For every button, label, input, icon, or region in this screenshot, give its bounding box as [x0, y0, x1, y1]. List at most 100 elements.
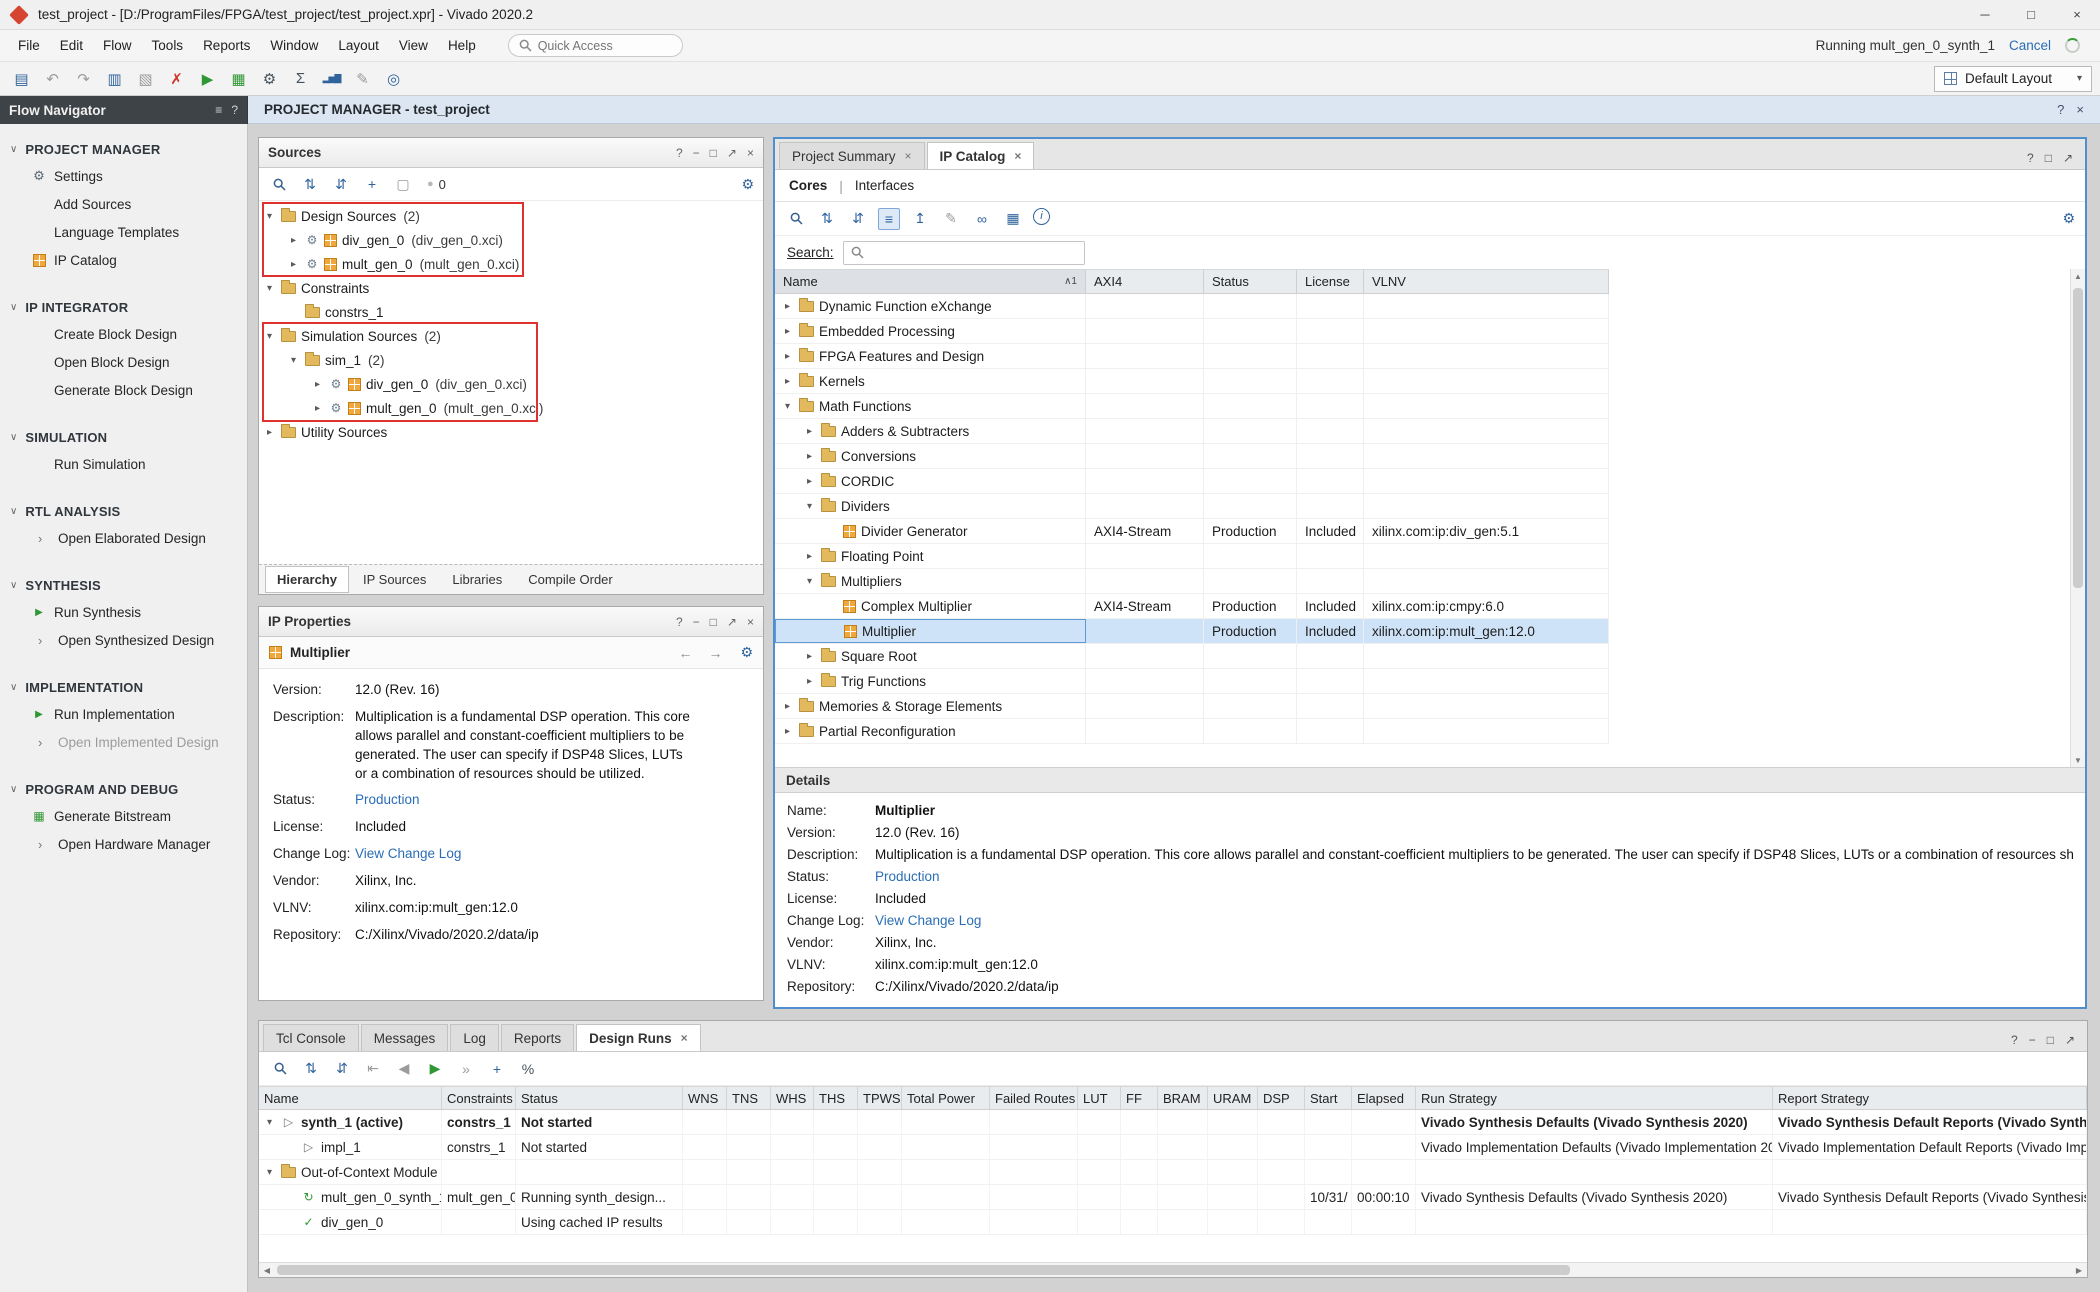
- run-icon[interactable]: ▶: [194, 66, 221, 92]
- chevron-right-icon[interactable]: ▸: [781, 726, 794, 737]
- toggle-percent-icon[interactable]: %: [517, 1058, 539, 1080]
- ip-link-icon[interactable]: ∞: [971, 208, 993, 230]
- column-header-status[interactable]: Status: [1204, 270, 1297, 293]
- close-icon[interactable]: ×: [747, 146, 754, 160]
- ip-catalog-row-square-root[interactable]: ▸Square Root: [775, 644, 1609, 669]
- column-header-axi4[interactable]: AXI4: [1086, 270, 1204, 293]
- debug-probe-icon[interactable]: ◎: [380, 66, 407, 92]
- column-header-failed-routes[interactable]: Failed Routes: [990, 1087, 1078, 1109]
- column-header-wns[interactable]: WNS: [683, 1087, 727, 1109]
- scroll-down-icon[interactable]: ▼: [2074, 753, 2082, 767]
- column-header-elapsed[interactable]: Elapsed: [1352, 1087, 1416, 1109]
- chevron-down-icon[interactable]: ▾: [803, 501, 816, 512]
- undo-icon[interactable]: ↶: [39, 66, 66, 92]
- float-icon[interactable]: □: [710, 146, 717, 160]
- quick-access-input[interactable]: [538, 39, 663, 53]
- column-header-tpws[interactable]: TPWS: [858, 1087, 902, 1109]
- ip-catalog-row-divider-generator[interactable]: Divider GeneratorAXI4-StreamProductionIn…: [775, 519, 1609, 544]
- sidebar-item-create-block-design[interactable]: Create Block Design: [0, 320, 247, 348]
- sidebar-item-open-implemented-design[interactable]: ›Open Implemented Design: [0, 728, 247, 756]
- hierarchy-view-icon[interactable]: ≡: [878, 208, 900, 230]
- help-icon[interactable]: ?: [676, 146, 683, 160]
- scroll-up-icon[interactable]: ▲: [2074, 269, 2082, 283]
- sidebar-item-language-templates[interactable]: Language Templates: [0, 218, 247, 246]
- menu-window[interactable]: Window: [260, 33, 328, 58]
- settings-gear-icon[interactable]: ⚙: [740, 644, 753, 661]
- expand-all-icon[interactable]: ⇵: [847, 208, 869, 230]
- sidebar-item-open-block-design[interactable]: Open Block Design: [0, 348, 247, 376]
- chevron-down-icon[interactable]: ▾: [287, 355, 300, 366]
- collapse-all-icon[interactable]: ⇅: [816, 208, 838, 230]
- ip-catalog-row-partial-reconfiguration[interactable]: ▸Partial Reconfiguration: [775, 719, 1609, 744]
- ip-catalog-row-memories-storage-elements[interactable]: ▸Memories & Storage Elements: [775, 694, 1609, 719]
- column-header-run-strategy[interactable]: Run Strategy: [1416, 1087, 1773, 1109]
- close-icon[interactable]: ×: [2076, 102, 2084, 117]
- column-header-uram[interactable]: URAM: [1208, 1087, 1258, 1109]
- subtab-interfaces[interactable]: Interfaces: [853, 174, 916, 197]
- tab-libraries[interactable]: Libraries: [440, 566, 514, 593]
- menu-flow[interactable]: Flow: [93, 33, 142, 58]
- tab-hierarchy[interactable]: Hierarchy: [265, 566, 349, 593]
- property-link[interactable]: Production: [875, 869, 940, 884]
- menu-edit[interactable]: Edit: [50, 33, 93, 58]
- sidebar-item-add-sources[interactable]: Add Sources: [0, 190, 247, 218]
- add-sources-icon[interactable]: +: [361, 173, 383, 195]
- sidebar-item-ip-catalog[interactable]: IP Catalog: [0, 246, 247, 274]
- expand-all-icon[interactable]: ⇵: [330, 173, 352, 195]
- settings-gear-icon[interactable]: ⚙: [2062, 210, 2075, 227]
- sidebar-item-run-simulation[interactable]: Run Simulation: [0, 450, 247, 478]
- chevron-right-icon[interactable]: ▸: [781, 376, 794, 387]
- column-header-vlnv[interactable]: VLNV: [1364, 270, 1609, 293]
- sidebar-item-open-hardware-manager[interactable]: ›Open Hardware Manager: [0, 830, 247, 858]
- source-item-div-gen-0[interactable]: ▸⚙div_gen_0(div_gen_0.xci): [259, 228, 763, 252]
- chevron-right-icon[interactable]: ▸: [287, 259, 300, 270]
- horizontal-scrollbar[interactable]: ◀ ▶: [259, 1262, 2087, 1277]
- chevron-down-icon[interactable]: ▾: [781, 401, 794, 412]
- column-header-status[interactable]: Status: [516, 1087, 683, 1109]
- close-tab-icon[interactable]: ×: [681, 1031, 688, 1045]
- search-icon[interactable]: [785, 208, 807, 230]
- maximize-icon[interactable]: ↗: [2065, 1033, 2075, 1047]
- ip-catalog-row-multiplier[interactable]: MultiplierProductionIncludedxilinx.com:i…: [775, 619, 1609, 644]
- design-run-row-out-of-context-module-runs[interactable]: ▾Out-of-Context Module Runs: [259, 1160, 2087, 1185]
- launch-runs-icon[interactable]: ▶: [424, 1058, 446, 1080]
- close-tab-icon[interactable]: ×: [1014, 149, 1021, 163]
- close-icon[interactable]: ×: [747, 615, 754, 629]
- design-run-row-div-gen-0[interactable]: ✓div_gen_0Using cached IP results: [259, 1210, 2087, 1235]
- section-header-project-manager[interactable]: ∨PROJECT MANAGER: [0, 136, 247, 162]
- ip-catalog-row-fpga-features-and-design[interactable]: ▸FPGA Features and Design: [775, 344, 1609, 369]
- chevron-right-icon[interactable]: ▸: [287, 235, 300, 246]
- cancel-run-link[interactable]: Cancel: [2009, 38, 2051, 53]
- maximize-icon[interactable]: ↗: [727, 615, 737, 629]
- chevron-right-icon[interactable]: ▸: [311, 403, 324, 414]
- tab-ip-catalog[interactable]: IP Catalog×: [927, 142, 1035, 169]
- tab-design-runs[interactable]: Design Runs×: [576, 1024, 701, 1051]
- scrollbar-track[interactable]: [275, 1263, 2071, 1277]
- info-icon[interactable]: i: [1033, 208, 1050, 225]
- edit-icon[interactable]: ✎: [349, 66, 376, 92]
- maximize-window-button[interactable]: □: [2008, 0, 2054, 30]
- section-header-program-and-debug[interactable]: ∨PROGRAM AND DEBUG: [0, 776, 247, 802]
- tab-log[interactable]: Log: [450, 1024, 499, 1051]
- report-icon[interactable]: Σ: [287, 66, 314, 92]
- section-header-simulation[interactable]: ∨SIMULATION: [0, 424, 247, 450]
- chevron-down-icon[interactable]: ▾: [263, 283, 276, 294]
- tab-reports[interactable]: Reports: [501, 1024, 574, 1051]
- search-icon[interactable]: [269, 1058, 291, 1080]
- copy-icon[interactable]: ▥: [101, 66, 128, 92]
- help-icon[interactable]: ?: [2057, 102, 2064, 117]
- chevron-right-icon[interactable]: ▸: [803, 476, 816, 487]
- sidebar-item-generate-bitstream[interactable]: ▦Generate Bitstream: [0, 802, 247, 830]
- column-header-name[interactable]: Name∧1: [775, 270, 1086, 293]
- source-item-simulation-sources[interactable]: ▾Simulation Sources(2): [259, 324, 763, 348]
- source-item-div-gen-0[interactable]: ▸⚙div_gen_0(div_gen_0.xci): [259, 372, 763, 396]
- settings-gear-icon[interactable]: ⚙: [741, 176, 754, 193]
- scrollbar-thumb[interactable]: [277, 1265, 1570, 1275]
- section-header-synthesis[interactable]: ∨SYNTHESIS: [0, 572, 247, 598]
- ip-catalog-row-embedded-processing[interactable]: ▸Embedded Processing: [775, 319, 1609, 344]
- program-device-icon[interactable]: ▦: [225, 66, 252, 92]
- tab-ip-sources[interactable]: IP Sources: [351, 566, 438, 593]
- step-forward-icon[interactable]: »: [455, 1058, 477, 1080]
- menu-help[interactable]: Help: [438, 33, 486, 58]
- column-header-start[interactable]: Start: [1305, 1087, 1352, 1109]
